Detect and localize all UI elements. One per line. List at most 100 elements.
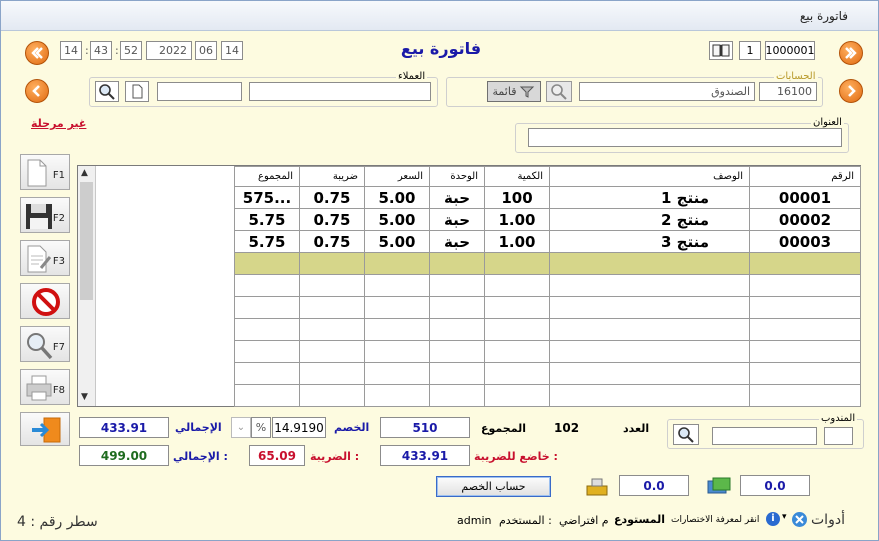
chevron-up-icon[interactable]: ▲ bbox=[81, 168, 88, 178]
book-button[interactable] bbox=[709, 41, 733, 60]
cell-tax[interactable]: 0.75 bbox=[299, 208, 365, 231]
empty-cell[interactable] bbox=[364, 252, 430, 275]
f7-search-button[interactable]: F7 bbox=[20, 326, 70, 362]
empty-cell[interactable] bbox=[299, 362, 365, 385]
empty-cell[interactable] bbox=[429, 384, 485, 407]
empty-cell[interactable] bbox=[549, 252, 750, 275]
f2-save-button[interactable]: F2 bbox=[20, 197, 70, 233]
empty-cell[interactable] bbox=[299, 252, 365, 275]
cell-price[interactable]: 5.00 bbox=[364, 208, 430, 231]
column-header-price[interactable]: السعر bbox=[364, 166, 430, 187]
exit-button[interactable] bbox=[20, 412, 70, 446]
table-row-empty[interactable] bbox=[234, 384, 861, 407]
discount-unit-field[interactable]: % bbox=[251, 417, 271, 438]
next-record-button[interactable] bbox=[839, 79, 863, 103]
account-code-field[interactable]: 16100 bbox=[759, 82, 817, 101]
empty-cell[interactable] bbox=[234, 318, 300, 341]
previous-record-button[interactable] bbox=[25, 79, 49, 103]
column-header-tax[interactable]: ضريبة bbox=[299, 166, 365, 187]
cell-unit[interactable]: حبة bbox=[429, 186, 485, 209]
empty-cell[interactable] bbox=[299, 274, 365, 297]
table-row[interactable]: 575... 0.75 5.00 حبة 100 منتج 1 00001 bbox=[234, 186, 861, 209]
cell-total[interactable]: 575... bbox=[234, 186, 300, 209]
empty-cell[interactable] bbox=[364, 362, 430, 385]
empty-cell[interactable] bbox=[484, 318, 550, 341]
empty-cell[interactable] bbox=[549, 384, 750, 407]
empty-cell[interactable] bbox=[549, 362, 750, 385]
date-year-field[interactable]: 2022 bbox=[146, 41, 192, 60]
empty-cell[interactable] bbox=[429, 296, 485, 319]
date-day-field[interactable]: 14 bbox=[221, 41, 243, 60]
column-header-description[interactable]: الوصف bbox=[549, 166, 750, 187]
empty-cell[interactable] bbox=[429, 340, 485, 363]
cell-price[interactable]: 5.00 bbox=[364, 186, 430, 209]
invoice-items-grid[interactable]: ▲ ▼ المجموع ضريبة السعر الوحدة الكمية ال… bbox=[77, 165, 861, 407]
cell-number[interactable]: 00001 bbox=[749, 186, 861, 209]
discount-input[interactable]: 14.9190 bbox=[272, 417, 326, 438]
table-row-empty[interactable] bbox=[234, 274, 861, 297]
cell-tax[interactable]: 0.75 bbox=[299, 186, 365, 209]
empty-cell[interactable] bbox=[484, 384, 550, 407]
invoice-index-field[interactable]: 1 bbox=[739, 41, 761, 60]
cancel-button[interactable] bbox=[20, 283, 70, 319]
table-row-empty[interactable] bbox=[234, 296, 861, 319]
shortcuts-hint[interactable]: انقر لمعرفة الاختصارات bbox=[671, 515, 759, 525]
empty-cell[interactable] bbox=[484, 296, 550, 319]
empty-cell[interactable] bbox=[364, 296, 430, 319]
empty-cell[interactable] bbox=[484, 340, 550, 363]
time-hour-field[interactable]: 14 bbox=[60, 41, 82, 60]
cell-unit[interactable]: حبة bbox=[429, 208, 485, 231]
empty-cell[interactable] bbox=[364, 340, 430, 363]
table-row-empty[interactable] bbox=[234, 340, 861, 363]
cell-quantity[interactable]: 100 bbox=[484, 186, 550, 209]
time-second-field[interactable]: 52 bbox=[120, 41, 142, 60]
accounts-list-button[interactable]: قائمة bbox=[487, 81, 541, 102]
cell-total[interactable]: 5.75 bbox=[234, 230, 300, 253]
empty-cell[interactable] bbox=[364, 274, 430, 297]
cell-description[interactable]: منتج 2 bbox=[549, 208, 750, 231]
empty-cell[interactable] bbox=[749, 384, 861, 407]
cell-number[interactable]: 00003 bbox=[749, 230, 861, 253]
column-header-unit[interactable]: الوحدة bbox=[429, 166, 485, 187]
column-header-number[interactable]: الرقم bbox=[749, 166, 861, 187]
customer-name-input[interactable] bbox=[249, 82, 431, 101]
table-row[interactable]: 5.75 0.75 5.00 حبة 1.00 منتج 3 00003 bbox=[234, 230, 861, 253]
empty-cell[interactable] bbox=[429, 274, 485, 297]
rep-name-input[interactable] bbox=[712, 427, 817, 445]
empty-cell[interactable] bbox=[749, 362, 861, 385]
empty-cell[interactable] bbox=[364, 318, 430, 341]
empty-cell[interactable] bbox=[549, 318, 750, 341]
table-row[interactable]: 5.75 0.75 5.00 حبة 1.00 منتج 2 00002 bbox=[234, 208, 861, 231]
rep-code-input[interactable] bbox=[824, 427, 853, 445]
empty-cell[interactable] bbox=[749, 318, 861, 341]
scrollbar-thumb[interactable] bbox=[80, 182, 93, 300]
grid-scrollbar[interactable]: ▲ ▼ bbox=[78, 166, 96, 406]
cell-price[interactable]: 5.00 bbox=[364, 230, 430, 253]
empty-cell[interactable] bbox=[234, 252, 300, 275]
tools-menu[interactable]: أدوات bbox=[811, 512, 845, 528]
empty-cell[interactable] bbox=[749, 296, 861, 319]
invoice-number-field[interactable]: 1000001 bbox=[765, 41, 815, 60]
account-search-button[interactable] bbox=[546, 81, 572, 102]
table-row-selected[interactable] bbox=[234, 252, 861, 275]
rep-search-button[interactable] bbox=[673, 424, 699, 445]
empty-cell[interactable] bbox=[749, 340, 861, 363]
empty-cell[interactable] bbox=[299, 296, 365, 319]
f3-edit-button[interactable]: F3 bbox=[20, 240, 70, 276]
empty-cell[interactable] bbox=[234, 340, 300, 363]
cell-unit[interactable]: حبة bbox=[429, 230, 485, 253]
cell-quantity[interactable]: 1.00 bbox=[484, 208, 550, 231]
address-input[interactable] bbox=[528, 128, 842, 147]
empty-cell[interactable] bbox=[234, 362, 300, 385]
cell-total[interactable]: 5.75 bbox=[234, 208, 300, 231]
caret-down-icon[interactable]: ▾ bbox=[782, 512, 787, 522]
empty-cell[interactable] bbox=[234, 274, 300, 297]
chevron-down-icon[interactable]: ▼ bbox=[81, 392, 88, 402]
empty-cell[interactable] bbox=[749, 252, 861, 275]
empty-cell[interactable] bbox=[234, 296, 300, 319]
table-row-empty[interactable] bbox=[234, 362, 861, 385]
posting-status-link[interactable]: غير مرحلة bbox=[31, 117, 86, 130]
f1-new-button[interactable]: F1 bbox=[20, 154, 70, 190]
empty-cell[interactable] bbox=[484, 362, 550, 385]
empty-cell[interactable] bbox=[549, 274, 750, 297]
